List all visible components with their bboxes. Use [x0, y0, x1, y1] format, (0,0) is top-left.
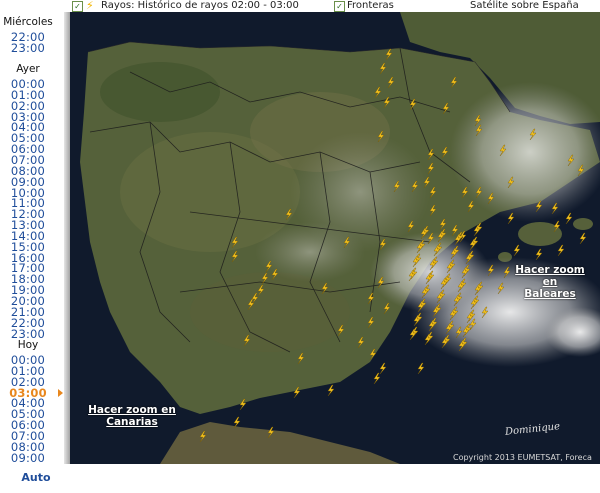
ayer-label: Ayer	[16, 63, 40, 75]
lightning-strike-icon	[535, 248, 543, 261]
rayos-label: Rayos: Histórico de rayos 02:00 - 03:00	[101, 0, 299, 11]
lightning-strike-icon	[327, 384, 335, 397]
lightning-strike-icon	[373, 372, 381, 385]
zoom-baleares-line1: Hacer zoom en	[515, 264, 585, 288]
satellite-label: Satélite sobre España	[470, 0, 579, 11]
lightning-icon: ⚡	[86, 0, 94, 12]
current-time-marker-icon	[58, 388, 63, 397]
miercoles-label: Miércoles	[3, 16, 53, 28]
fronteras-checkbox[interactable]: ✓	[334, 1, 345, 12]
menorca	[573, 218, 593, 230]
lightning-strike-icon	[557, 244, 565, 257]
africa-land	[160, 422, 400, 464]
time-sidebar: Miércoles 22:00 23:00 Ayer 00:00 01:00 02:…	[0, 0, 68, 493]
map-canvas	[80, 12, 600, 464]
hoy-label: Hoy	[17, 339, 39, 351]
lightning-strike-icon	[233, 416, 241, 429]
auto-button[interactable]: Auto	[0, 471, 72, 484]
zoom-canarias-line2: Canarias	[106, 416, 158, 428]
zoom-baleares-link[interactable]: Hacer zoom en Baleares	[510, 264, 590, 300]
time-link[interactable]: 09:00	[0, 451, 56, 465]
lightning-strike-icon	[565, 212, 573, 225]
time-link[interactable]: 23:00	[0, 41, 56, 55]
lightning-strike-icon	[417, 362, 425, 375]
rayos-checkbox[interactable]: ✓	[72, 1, 83, 12]
lightning-strike-icon	[579, 232, 587, 245]
lightning-strike-icon	[513, 244, 521, 257]
zoom-canarias-link[interactable]: Hacer zoom en Canarias	[86, 404, 178, 428]
lightning-strike-icon	[379, 362, 387, 375]
zoom-canarias-line1: Hacer zoom en	[88, 404, 176, 416]
zoom-baleares-line2: Baleares	[524, 288, 576, 300]
satellite-map[interactable]: Hacer zoom en Baleares Hacer zoom en Can…	[70, 12, 600, 464]
fronteras-label: Fronteras	[347, 0, 394, 11]
copyright-notice: Copyright 2013 EUMETSAT, Foreca	[453, 453, 592, 462]
